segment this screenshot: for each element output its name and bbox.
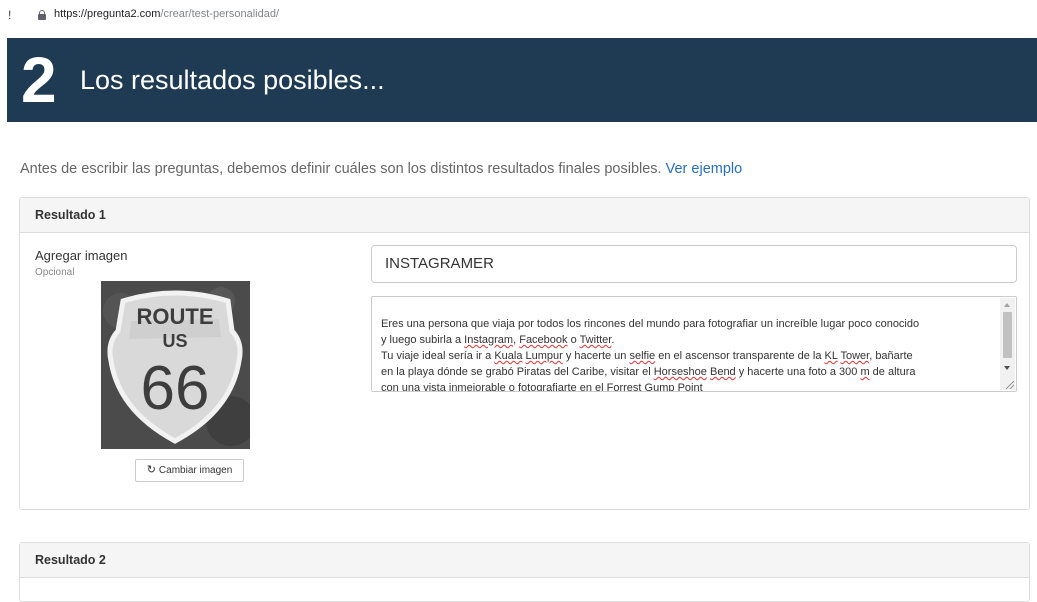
url-path: /crear/test-personalidad/ bbox=[160, 8, 280, 20]
address-text[interactable]: https://pregunta2.com/crear/test-persona… bbox=[54, 8, 279, 20]
spellcheck-word: m bbox=[860, 366, 870, 378]
scroll-down-arrow-icon[interactable] bbox=[1004, 366, 1010, 370]
scroll-thumb[interactable] bbox=[1003, 312, 1012, 358]
result-description-textarea[interactable]: Eres una persona que viaja por todos los… bbox=[371, 296, 1017, 392]
resize-handle-icon[interactable] bbox=[1006, 381, 1014, 389]
spellcheck-word: Lumpur bbox=[525, 350, 563, 362]
step-banner: 2 Los resultados posibles... bbox=[7, 38, 1037, 122]
url-host: https://pregunta2.com bbox=[54, 8, 161, 20]
intro-sentence: Antes de escribir las preguntas, debemos… bbox=[20, 161, 662, 177]
change-image-button[interactable]: ↻ Cambiar imagen bbox=[135, 459, 244, 482]
step-title: Los resultados posibles... bbox=[80, 65, 385, 95]
spellcheck-word: Horseshoe bbox=[653, 366, 707, 378]
shield-text-route: ROUTE bbox=[137, 304, 214, 329]
spellcheck-word: Bend bbox=[709, 366, 736, 378]
spellcheck-word: Instagram bbox=[464, 334, 514, 346]
result-card-header: Resultado 2 bbox=[20, 543, 1029, 578]
spellcheck-word: Forrest bbox=[606, 382, 642, 392]
spellcheck-word: KL bbox=[824, 350, 838, 362]
example-link[interactable]: Ver ejemplo bbox=[666, 161, 743, 177]
spellcheck-word: selfie bbox=[629, 350, 656, 362]
description-text: Eres una persona que viaja por todos los… bbox=[381, 318, 920, 392]
spellcheck-word: Kuala bbox=[494, 350, 523, 362]
route-66-shield-image: ROUTE US 66 bbox=[101, 281, 250, 449]
spellcheck-word: Tower bbox=[840, 350, 870, 362]
change-image-label: Cambiar imagen bbox=[158, 465, 233, 476]
result-card-header: Resultado 1 bbox=[20, 198, 1029, 233]
lock-icon[interactable] bbox=[38, 10, 46, 20]
spellcheck-word: Twitter bbox=[579, 334, 612, 346]
shield-text-66: 66 bbox=[141, 354, 210, 423]
shield-text-us: US bbox=[162, 331, 187, 351]
spellcheck-word: Facebook bbox=[519, 334, 568, 346]
spellcheck-word: Point bbox=[677, 382, 703, 392]
result-card-2: Resultado 2 bbox=[19, 542, 1030, 602]
step-number: 2 bbox=[21, 44, 57, 116]
result-image: ROUTE US 66 bbox=[101, 281, 250, 449]
spellcheck-word: Gump bbox=[644, 382, 675, 392]
result-name-input[interactable]: INSTAGRAMER bbox=[371, 245, 1017, 283]
intro-text: Antes de escribir las preguntas, debemos… bbox=[20, 161, 742, 177]
textarea-scrollbar[interactable] bbox=[1000, 298, 1015, 390]
browser-url-bar[interactable]: ! https://pregunta2.com/crear/test-perso… bbox=[0, 0, 1037, 30]
add-image-label: Agregar imagen bbox=[35, 248, 128, 263]
refresh-icon: ↻ bbox=[146, 464, 156, 476]
result-card-1: Resultado 1 Agregar imagen Opcional ROUT… bbox=[19, 197, 1030, 510]
scroll-up-arrow-icon[interactable] bbox=[1004, 303, 1010, 307]
page-info-indicator[interactable]: ! bbox=[8, 8, 11, 22]
optional-hint: Opcional bbox=[35, 267, 75, 278]
